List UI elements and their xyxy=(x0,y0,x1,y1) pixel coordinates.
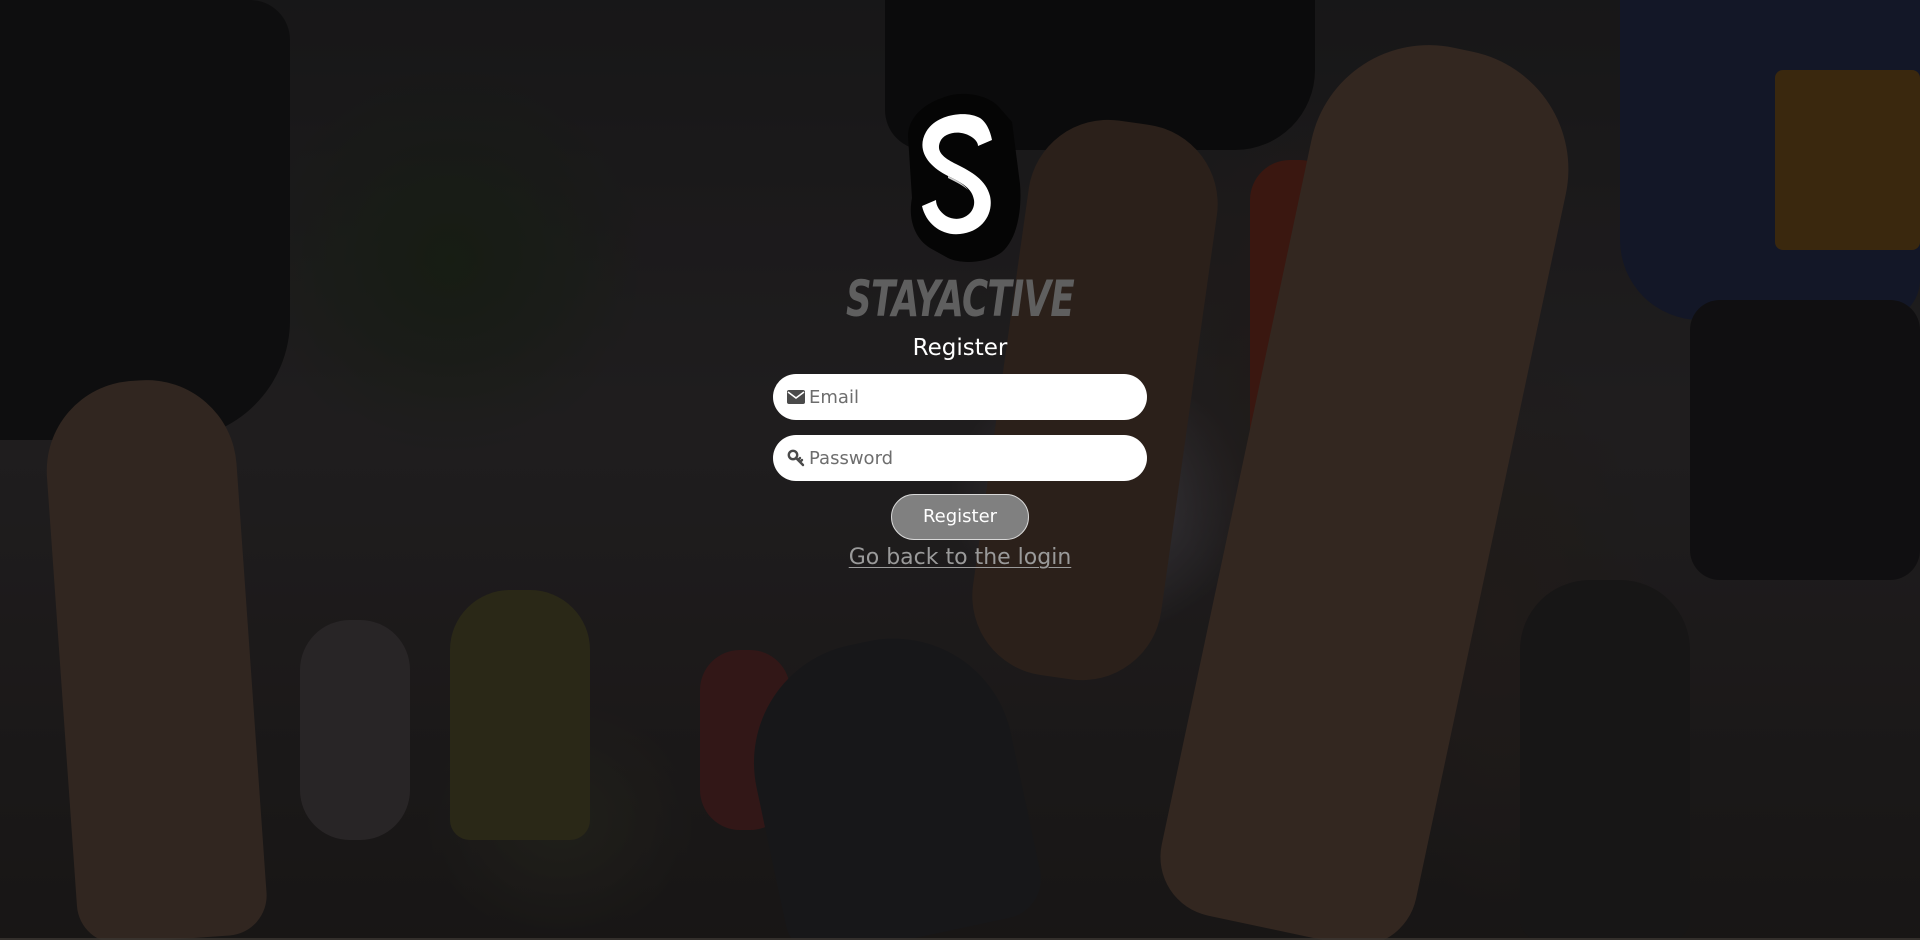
register-panel: STAYACTIVE Register Register Go back to … xyxy=(772,88,1148,573)
envelope-icon xyxy=(787,388,805,406)
wordmark-text: STAYACTIVE xyxy=(846,270,1075,328)
back-to-login-link[interactable]: Go back to the login xyxy=(772,543,1148,573)
register-button[interactable]: Register xyxy=(891,494,1029,540)
key-icon xyxy=(787,449,805,467)
password-input[interactable] xyxy=(809,438,1129,478)
email-input[interactable] xyxy=(809,377,1129,417)
email-field[interactable] xyxy=(773,374,1147,420)
stayactive-s-logo-icon xyxy=(890,88,1030,264)
page-title: Register xyxy=(912,335,1008,361)
stayactive-wordmark: STAYACTIVE xyxy=(772,264,1148,328)
password-field[interactable] xyxy=(773,435,1147,481)
